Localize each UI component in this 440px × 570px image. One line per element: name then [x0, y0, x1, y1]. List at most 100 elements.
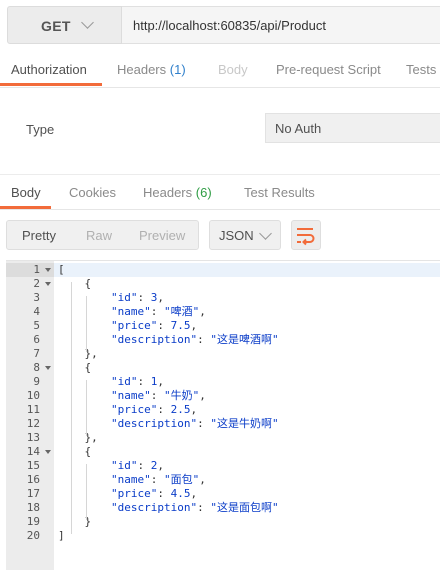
method-dropdown[interactable]: GET: [7, 6, 122, 44]
line-number: 10: [26, 389, 40, 402]
code-text: "id": 1,: [110, 375, 164, 388]
line-number: 3: [33, 291, 40, 304]
line-number-cell: 9: [6, 375, 54, 389]
line-number-cell: 10: [6, 389, 54, 403]
wrap-lines-button[interactable]: [291, 220, 321, 250]
tab-label: Headers: [143, 185, 193, 200]
wrap-lines-icon: [297, 228, 315, 246]
line-number: 9: [33, 375, 40, 388]
view-mode-toggle: Pretty Raw Preview: [6, 220, 199, 250]
code-text: "name": "啤酒",: [110, 305, 206, 318]
tab-label: Tests: [406, 62, 437, 77]
line-number: 8: [33, 361, 40, 374]
code-text: },: [58, 431, 98, 444]
code-text: "name": "面包",: [110, 473, 206, 486]
line-number: 14: [26, 445, 40, 458]
code-text: ]: [58, 529, 65, 542]
code-text: "id": 3,: [110, 291, 164, 304]
tab-label: Body: [11, 185, 41, 200]
tab-label: Authorization: [11, 62, 87, 77]
line-number-cell: 18: [6, 501, 54, 515]
line-number-cell: 11: [6, 403, 54, 417]
line-number: 11: [26, 403, 40, 416]
auth-type-select[interactable]: No Auth: [265, 113, 440, 143]
format-dropdown[interactable]: JSON: [209, 220, 281, 250]
tab-cookies[interactable]: Cookies: [69, 185, 116, 200]
url-input[interactable]: http://localhost:60835/api/Product: [122, 6, 440, 44]
line-number-cell: 8: [6, 361, 54, 375]
fold-arrow-icon[interactable]: [45, 282, 51, 286]
line-number: 15: [26, 459, 40, 472]
code-text: },: [58, 347, 98, 360]
indent-guide: [86, 380, 87, 436]
line-number: 19: [26, 515, 40, 528]
fold-arrow-icon[interactable]: [45, 366, 51, 370]
active-tab-indicator: [0, 83, 102, 86]
code-text: {: [58, 277, 92, 290]
line-number: 5: [33, 319, 40, 332]
code-text: "price": 4.5,: [110, 487, 198, 500]
headers-count-badge: (1): [169, 62, 186, 77]
line-number-cell: 19: [6, 515, 54, 529]
tab-headers[interactable]: Headers (1): [117, 62, 186, 77]
response-toolbar: Pretty Raw Preview JSON: [0, 210, 440, 260]
line-number-cell: 3: [6, 291, 54, 305]
auth-type-value: No Auth: [275, 121, 322, 136]
code-text: "price": 7.5,: [110, 319, 198, 332]
line-number-cell: 4: [6, 305, 54, 319]
line-number: 20: [26, 529, 40, 542]
line-number-cell: 17: [6, 487, 54, 501]
line-number: 4: [33, 305, 40, 318]
line-number: 7: [33, 347, 40, 360]
line-number: 12: [26, 417, 40, 430]
line-number-cell: 12: [6, 417, 54, 431]
view-raw-button[interactable]: Raw: [86, 228, 112, 243]
code-text: "description": "这是牛奶啊": [110, 417, 279, 430]
tab-label: Cookies: [69, 185, 116, 200]
method-label: GET: [41, 18, 71, 34]
line-number: 1: [33, 263, 40, 276]
code-text: {: [58, 445, 92, 458]
indent-guide: [86, 464, 87, 520]
line-number-cell: 13: [6, 431, 54, 445]
line-number: 13: [26, 431, 40, 444]
line-number-cell: 20: [6, 529, 54, 543]
tab-label: Test Results: [244, 185, 315, 200]
code-text: "description": "这是啤酒啊": [110, 333, 279, 346]
fold-arrow-icon[interactable]: [45, 268, 51, 272]
auth-type-label: Type: [26, 122, 55, 137]
auth-panel: Type No Auth: [0, 88, 440, 168]
indent-guide: [86, 296, 87, 352]
line-number: 2: [33, 277, 40, 290]
indent-guide: [71, 282, 72, 534]
tab-pre-request-script[interactable]: Pre-request Script: [276, 62, 381, 77]
line-number-cell: 2: [6, 277, 54, 291]
active-tab-indicator: [0, 206, 51, 209]
tab-label: Headers: [117, 62, 167, 77]
tab-response-headers[interactable]: Headers (6): [143, 185, 212, 200]
tab-body[interactable]: Body: [218, 62, 248, 77]
line-number: 18: [26, 501, 40, 514]
tab-test-results[interactable]: Test Results: [244, 185, 315, 200]
tab-tests[interactable]: Tests: [406, 62, 436, 77]
response-body-editor[interactable]: 1[2 {3 "id": 3, 4 "name": "啤酒", 5 "price":…: [6, 260, 440, 570]
chevron-down-icon: [259, 227, 272, 240]
fold-arrow-icon[interactable]: [45, 450, 51, 454]
line-number-cell: 14: [6, 445, 54, 459]
request-bar: GET http://localhost:60835/api/Product: [0, 0, 440, 56]
line-number: 16: [26, 473, 40, 486]
line-number-cell: 15: [6, 459, 54, 473]
request-tabs: Authorization Headers (1) Body Pre-reque…: [0, 56, 440, 88]
response-headers-count-badge: (6): [195, 185, 212, 200]
line-number-cell: 6: [6, 333, 54, 347]
line-number-cell: 7: [6, 347, 54, 361]
view-preview-button[interactable]: Preview: [139, 228, 185, 243]
tab-response-body[interactable]: Body: [11, 185, 41, 200]
format-label: JSON: [219, 228, 254, 243]
view-pretty-button[interactable]: Pretty: [22, 228, 56, 243]
response-tabs: Body Cookies Headers (6) Test Results: [0, 174, 440, 210]
line-number: 6: [33, 333, 40, 346]
code-text: "description": "这是面包啊": [110, 501, 279, 514]
code-text: "name": "牛奶",: [110, 389, 206, 402]
tab-authorization[interactable]: Authorization: [11, 62, 87, 77]
